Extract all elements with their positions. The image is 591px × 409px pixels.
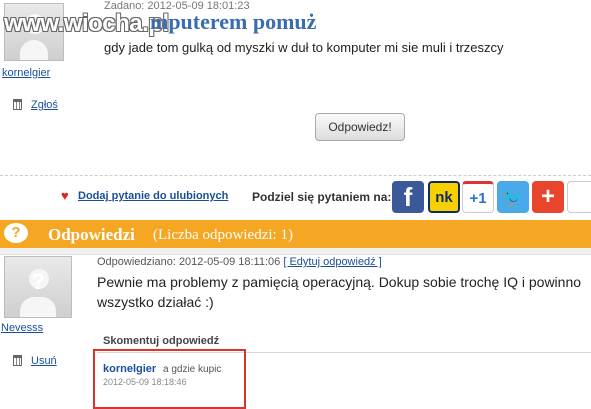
- heart-icon: ♥: [61, 188, 69, 203]
- nk-share-button[interactable]: nk: [428, 181, 460, 213]
- facebook-share-button[interactable]: f: [392, 181, 424, 213]
- answer-author-link[interactable]: Nevesss: [1, 322, 43, 334]
- answer-button[interactable]: Odpowiedz!: [315, 113, 405, 141]
- share-counter: [567, 181, 591, 213]
- question-body: gdy jade tom gulką od myszki w duł to ko…: [104, 40, 504, 55]
- divider: [0, 175, 591, 176]
- google-plus-one-button[interactable]: +1: [462, 181, 494, 213]
- answer-author-avatar[interactable]: ?: [4, 256, 72, 318]
- comment-text: a gdzie kupic: [163, 364, 222, 375]
- trash-icon: [13, 99, 22, 110]
- comment-date: 2012-05-09 18:18:46: [103, 377, 187, 387]
- answer-meta: Odpowiedziano: 2012-05-09 18:11:06 [ Edy…: [97, 256, 382, 268]
- avatar-body: [20, 40, 48, 60]
- twitter-bird-icon: 🐦: [501, 186, 525, 207]
- trash-icon: [13, 355, 22, 366]
- edit-answer-link[interactable]: [ Edytuj odpowiedź ]: [283, 256, 381, 268]
- question-author-link[interactable]: kornelgier: [2, 67, 50, 79]
- question-title: mputerem pomuż: [150, 9, 317, 34]
- answers-title: Odpowiedzi: [48, 225, 135, 244]
- share-label: Podziel się pytaniem na:: [252, 190, 392, 204]
- answer-text: Pewnie ma problemy z pamięcią operacyjną…: [97, 274, 582, 310]
- comment-answer-label[interactable]: Skomentuj odpowiedź: [103, 335, 219, 347]
- comment-author[interactable]: kornelgier: [103, 363, 156, 375]
- delete-answer-link[interactable]: Usuń: [31, 355, 57, 367]
- answers-count: (Liczba odpowiedzi: 1): [153, 227, 293, 243]
- avatar-question-mark: ?: [31, 269, 45, 294]
- answers-header-underline: [0, 248, 591, 255]
- twitter-share-button[interactable]: 🐦: [497, 181, 529, 213]
- report-link[interactable]: Zgłoś: [31, 99, 58, 111]
- watermark: www.wiocha.pl: [4, 10, 169, 37]
- answer-date: Odpowiedziano: 2012-05-09 18:11:06: [97, 256, 281, 268]
- avatar-body: [20, 297, 56, 317]
- add-to-favorites-link[interactable]: Dodaj pytanie do ulubionych: [78, 190, 228, 202]
- speech-bubble-icon: ?: [4, 223, 28, 243]
- more-share-button[interactable]: +: [532, 181, 564, 213]
